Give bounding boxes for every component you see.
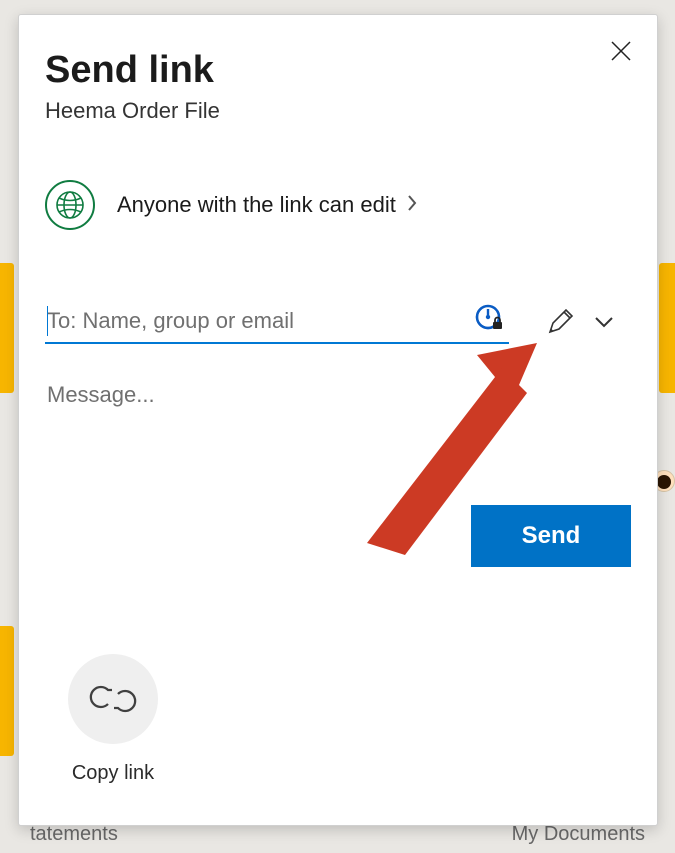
close-button[interactable] [609, 39, 633, 63]
globe-icon [45, 180, 95, 230]
background-folder [0, 263, 14, 393]
background-folder [0, 626, 14, 756]
background-folder [659, 263, 675, 393]
dialog-title: Send link [45, 49, 631, 92]
send-link-dialog: Send link Heema Order File Anyone with t… [18, 14, 658, 826]
input-caret [47, 306, 48, 336]
edit-permissions-button[interactable] [545, 307, 575, 337]
recipient-field-wrap [45, 300, 509, 344]
permissions-dropdown[interactable] [593, 311, 615, 333]
send-button[interactable]: Send [471, 505, 631, 567]
message-input[interactable] [45, 380, 631, 490]
background-tab-label: My Documents [482, 823, 675, 853]
link-scope-text: Anyone with the link can edit [117, 192, 396, 218]
background-tabs: tatements My Documents [0, 823, 675, 853]
contact-lock-icon [475, 304, 503, 332]
close-icon [609, 39, 633, 63]
link-scope-row[interactable]: Anyone with the link can edit [45, 180, 631, 230]
pencil-icon [545, 307, 575, 337]
link-icon [88, 674, 138, 724]
copy-link-button[interactable] [68, 654, 158, 744]
background-tab-label: tatements [0, 823, 148, 853]
recipient-input[interactable] [45, 307, 509, 335]
chevron-down-icon [593, 311, 615, 333]
copy-link-label: Copy link [72, 762, 154, 785]
dialog-filename: Heema Order File [45, 98, 631, 124]
chevron-right-icon [406, 194, 418, 217]
